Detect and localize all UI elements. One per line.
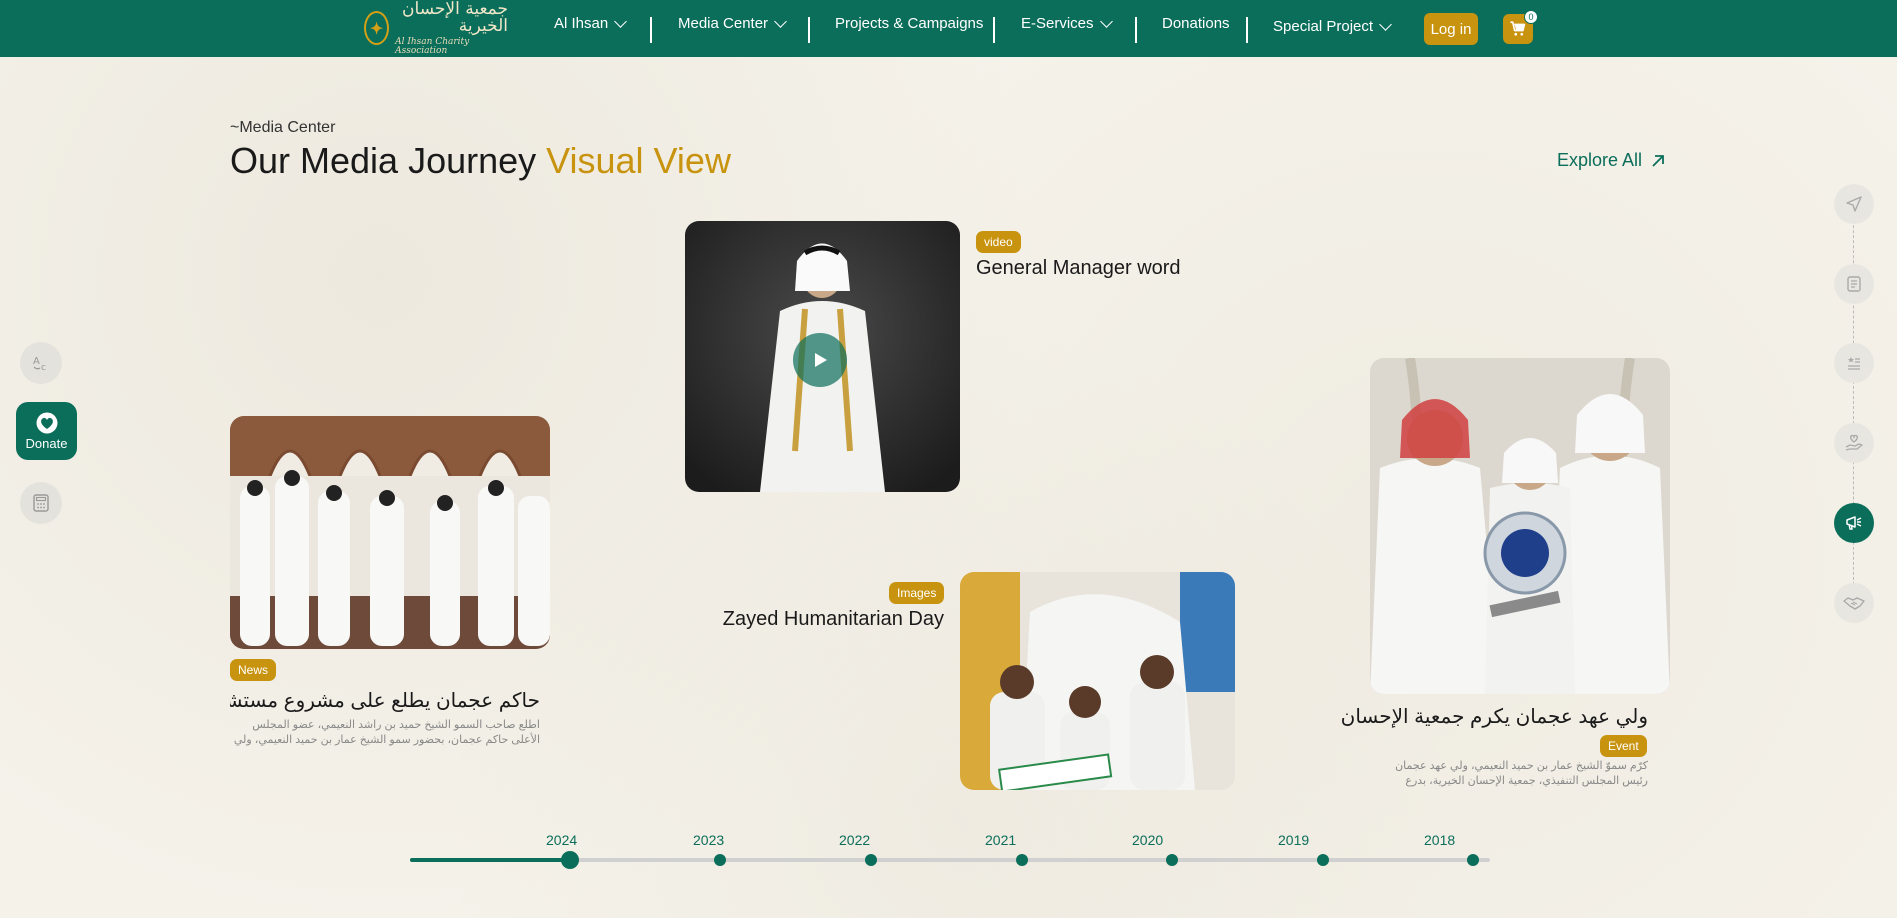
cart-icon <box>1510 21 1526 36</box>
logo-emblem-icon: ✦ <box>364 11 390 45</box>
donate-label: Donate <box>25 435 68 451</box>
nav-divider <box>1135 17 1137 43</box>
logo[interactable]: ✦ جمعية الإحسان الخيرية Al Ihsan Charity… <box>364 0 508 55</box>
timeline-dot[interactable] <box>1317 854 1329 866</box>
timeline-dot[interactable] <box>1467 854 1479 866</box>
nav-item-al-ihsan[interactable]: Al Ihsan <box>554 14 628 32</box>
chevron-down-icon <box>1379 17 1392 31</box>
page-title: Our Media Journey Visual View <box>230 140 731 181</box>
section-eyebrow: ~Media Center <box>230 119 336 136</box>
timeline-dot[interactable] <box>1166 854 1178 866</box>
rail-handshake-button[interactable] <box>1834 583 1874 623</box>
svg-text:c: c <box>41 363 46 373</box>
nav-item-special-project[interactable]: Special Project <box>1273 17 1392 35</box>
svg-text:A: A <box>33 356 40 367</box>
megaphone-icon <box>1846 516 1862 530</box>
timeline-year-label[interactable]: 2018 <box>1424 832 1455 848</box>
timeline-year-label[interactable]: 2022 <box>839 832 870 848</box>
translate-button[interactable]: A c <box>20 342 62 384</box>
send-icon <box>1846 196 1862 212</box>
nav-divider <box>1246 17 1248 43</box>
nav-divider <box>650 17 652 43</box>
video-title[interactable]: General Manager word <box>976 257 1181 280</box>
timeline-year-label[interactable]: 2024 <box>546 832 577 848</box>
rail-certificate-button[interactable] <box>1834 343 1874 383</box>
handshake-icon <box>1843 597 1865 610</box>
chevron-down-icon <box>1099 14 1113 28</box>
nav-divider <box>808 17 810 43</box>
translate-icon: A c <box>33 356 46 373</box>
hand-heart-icon <box>1845 434 1863 451</box>
rail-document-button[interactable] <box>1834 264 1874 304</box>
rail-megaphone-button[interactable] <box>1834 503 1874 543</box>
timeline-year-label[interactable]: 2020 <box>1132 832 1163 848</box>
event-badge: Event <box>1600 735 1647 757</box>
heart-icon <box>36 412 57 433</box>
images-card-image[interactable] <box>960 572 1235 790</box>
calculator-button[interactable] <box>20 482 62 524</box>
top-navbar: ✦ جمعية الإحسان الخيرية Al Ihsan Charity… <box>0 0 1897 57</box>
news-card-image[interactable] <box>230 416 550 649</box>
rail-hand-heart-button[interactable] <box>1834 423 1874 463</box>
document-icon <box>1847 276 1861 292</box>
images-title[interactable]: Zayed Humanitarian Day <box>722 608 944 631</box>
play-button[interactable] <box>793 333 847 387</box>
timeline-progress <box>410 858 570 862</box>
cart-count-badge: 0 <box>1524 10 1538 24</box>
chevron-down-icon <box>614 14 628 28</box>
news-description: اطلع صاحب السمو الشيخ حميد بن راشد النعي… <box>233 719 540 746</box>
images-photo <box>960 572 1235 790</box>
news-badge: News <box>230 659 277 681</box>
event-description: كرّم سموّ الشيخ عمار بن حميد النعيمي، ول… <box>1395 760 1648 787</box>
chevron-down-icon <box>774 14 787 28</box>
explore-all-link[interactable]: Explore All <box>1557 150 1666 171</box>
timeline-dot[interactable] <box>865 854 877 866</box>
timeline-dot[interactable] <box>1016 854 1028 866</box>
timeline-year-label[interactable]: 2023 <box>693 832 724 848</box>
calculator-icon <box>33 494 49 512</box>
rail-send-button[interactable] <box>1834 184 1874 224</box>
event-title[interactable]: ولي عهد عجمان يكرم جمعية الإحسان <box>1341 704 1648 729</box>
nav-item-projects-campaigns[interactable]: Projects & Campaigns <box>835 15 983 32</box>
timeline-dot-active[interactable] <box>561 851 579 869</box>
arrow-up-right-icon <box>1652 154 1664 167</box>
images-badge: Images <box>889 582 945 604</box>
timeline-dot[interactable] <box>714 854 726 866</box>
logo-arabic-text: جمعية الإحسان الخيرية <box>402 0 508 36</box>
login-button[interactable]: Log in <box>1424 13 1478 45</box>
event-photo <box>1370 358 1670 694</box>
video-badge: video <box>976 231 1021 253</box>
nav-divider <box>993 17 995 43</box>
donate-button[interactable]: Donate <box>16 402 77 460</box>
nav-item-e-services[interactable]: E-Services <box>1021 14 1113 32</box>
event-card-image[interactable] <box>1370 358 1670 694</box>
timeline-year-label[interactable]: 2019 <box>1278 832 1309 848</box>
certificate-icon <box>1848 357 1860 370</box>
nav-item-media-center[interactable]: Media Center <box>678 14 787 32</box>
page-title-accent: Visual View <box>546 140 731 181</box>
news-photo <box>230 416 550 649</box>
play-icon <box>815 353 827 367</box>
timeline-year-label[interactable]: 2021 <box>985 832 1016 848</box>
logo-english-text: Al Ihsan Charity Association <box>395 36 470 56</box>
news-title[interactable]: حاكم عجمان يطلع على مشروع مستشفى الصفيا.… <box>230 688 540 713</box>
nav-item-donations[interactable]: Donations <box>1162 15 1230 32</box>
